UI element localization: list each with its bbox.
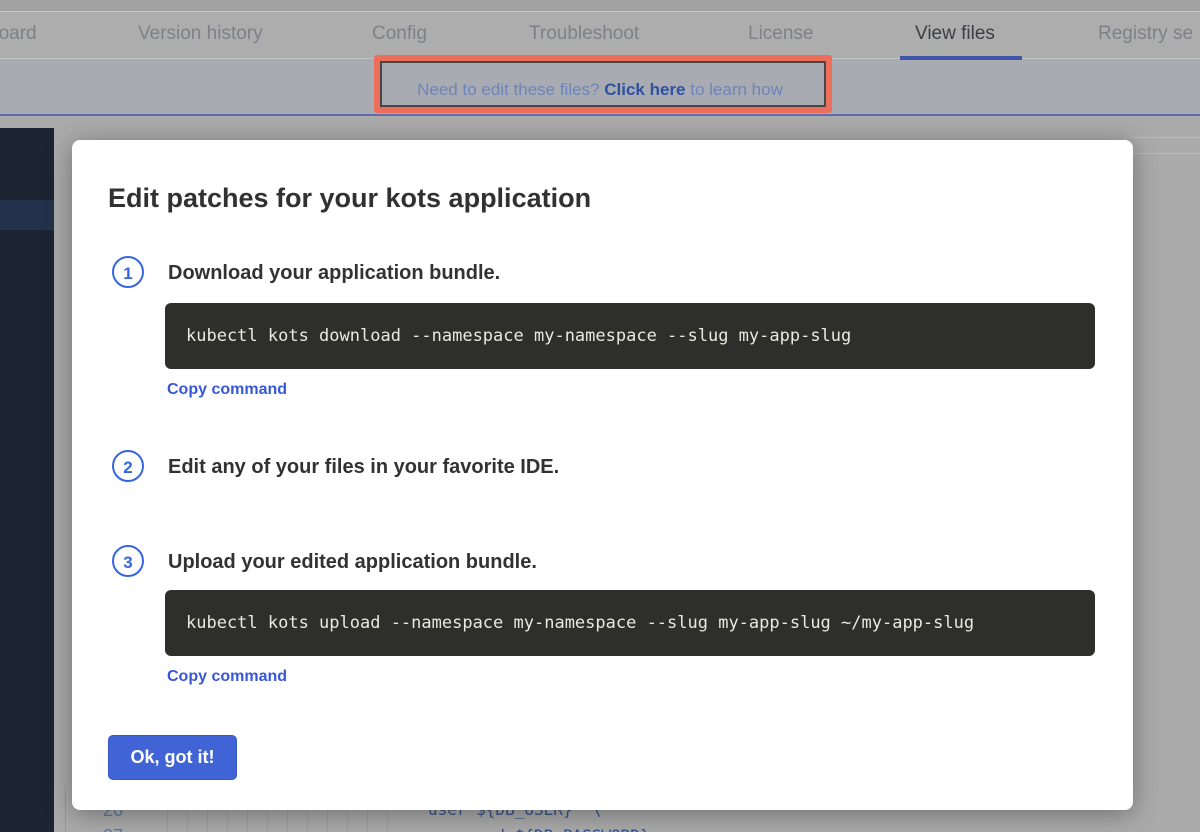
modal-title: Edit patches for your kots application [108,183,591,214]
tab-view-files[interactable]: View files [915,23,995,45]
tab-version-history[interactable]: Version history [138,23,263,45]
step-1-heading: Download your application bundle. [168,262,500,285]
file-tree-selected-item[interactable] [0,200,54,230]
step-3-number-badge: 3 [112,545,144,577]
download-command-block: kubectl kots download --namespace my-nam… [165,303,1095,369]
edit-patches-modal: Edit patches for your kots application 1… [72,140,1133,810]
banner-text: Need to edit these files? Click here to … [0,80,1200,100]
tab-config[interactable]: Config [372,23,427,45]
file-tree-sidebar [0,128,54,832]
editor-gutter-border [65,786,66,832]
edit-files-banner: Need to edit these files? Click here to … [0,60,1200,116]
banner-text-after: to learn how [686,80,783,99]
tab-troubleshoot[interactable]: Troubleshoot [529,23,639,45]
banner-text-before: Need to edit these files? [417,80,604,99]
ok-got-it-button[interactable]: Ok, got it! [108,735,237,780]
tab-license[interactable]: License [748,23,814,45]
step-3-heading: Upload your edited application bundle. [168,551,537,574]
step-2-number-badge: 2 [112,450,144,482]
upload-command-block: kubectl kots upload --namespace my-names… [165,590,1095,656]
background-divider-line [1133,153,1200,154]
app-screen: board Version history Config Troubleshoo… [0,0,1200,832]
top-navbar: board Version history Config Troubleshoo… [0,13,1200,59]
tab-dashboard[interactable]: board [0,23,37,45]
tab-registry-settings[interactable]: Registry se [1098,23,1193,45]
copy-command-link-upload[interactable]: Copy command [167,668,287,686]
editor-line-number-next: 27 [103,826,129,832]
background-divider-line [1133,137,1200,138]
step-1-number-badge: 1 [112,256,144,288]
browser-chrome-strip [0,0,1200,12]
editor-code-line-partial: password ${DB_PASSWORD} [428,826,650,832]
copy-command-link-download[interactable]: Copy command [167,381,287,399]
step-2-heading: Edit any of your files in your favorite … [168,456,559,479]
banner-click-here-link[interactable]: Click here [604,80,685,99]
